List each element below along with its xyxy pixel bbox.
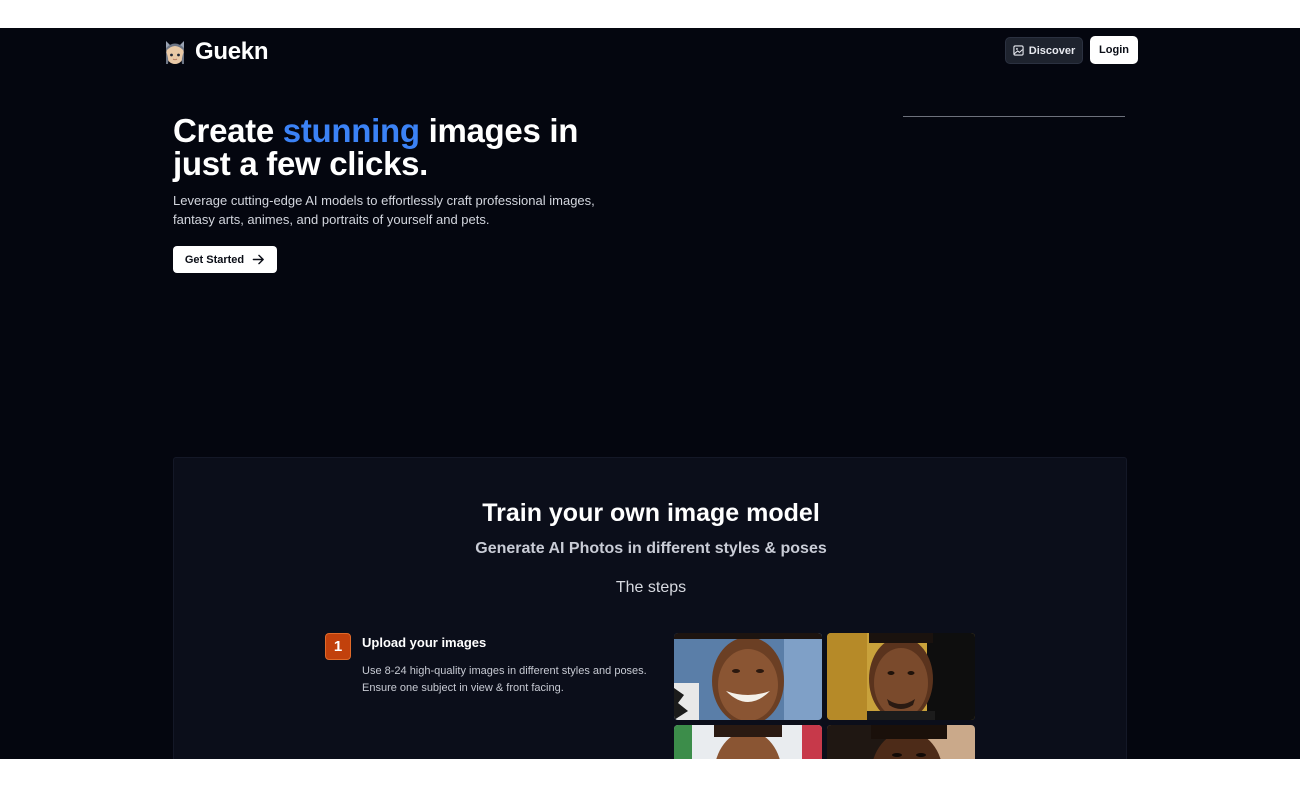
sample-photo: [827, 633, 975, 720]
sample-photo: [674, 725, 822, 759]
hero-title-accent: stunning: [282, 112, 420, 149]
section-title: Train your own image model: [482, 499, 820, 527]
get-started-label: Get Started: [184, 253, 245, 266]
step-description: Use 8-24 high-quality images in differen…: [362, 665, 647, 694]
login-label: Login: [1099, 44, 1129, 56]
discover-label: Discover: [1028, 44, 1076, 57]
app-viewport: Guekn Discover Login Create stunning ima…: [0, 28, 1300, 759]
brand-name: Guekn: [195, 38, 269, 65]
sample-photo-grid: [674, 633, 977, 759]
hero-subtitle: Leverage cutting-edge AI models to effor…: [173, 193, 595, 227]
step-title: Upload your images: [362, 635, 487, 650]
discover-button[interactable]: Discover: [1005, 37, 1083, 64]
login-button[interactable]: Login: [1090, 36, 1138, 64]
top-nav: Guekn Discover Login: [0, 28, 1300, 74]
arrow-right-icon: [252, 254, 264, 265]
section-subtitle: Generate AI Photos in different styles &…: [475, 540, 827, 557]
sample-photo: [827, 725, 975, 759]
sample-photo: [674, 633, 822, 720]
cat-avatar-icon: [166, 41, 184, 64]
steps-heading: The steps: [615, 579, 687, 596]
brand-logo[interactable]: Guekn: [163, 38, 268, 66]
images-icon: [1013, 45, 1024, 56]
step-number-badge: 1: [325, 633, 351, 660]
train-model-section: Train your own image model Generate AI P…: [173, 457, 1127, 759]
decorative-divider: [903, 116, 1125, 117]
hero-title: Create stunning images in just a few cli…: [173, 114, 643, 180]
hero-title-prefix: Create: [173, 112, 283, 149]
get-started-button[interactable]: Get Started: [173, 246, 277, 273]
